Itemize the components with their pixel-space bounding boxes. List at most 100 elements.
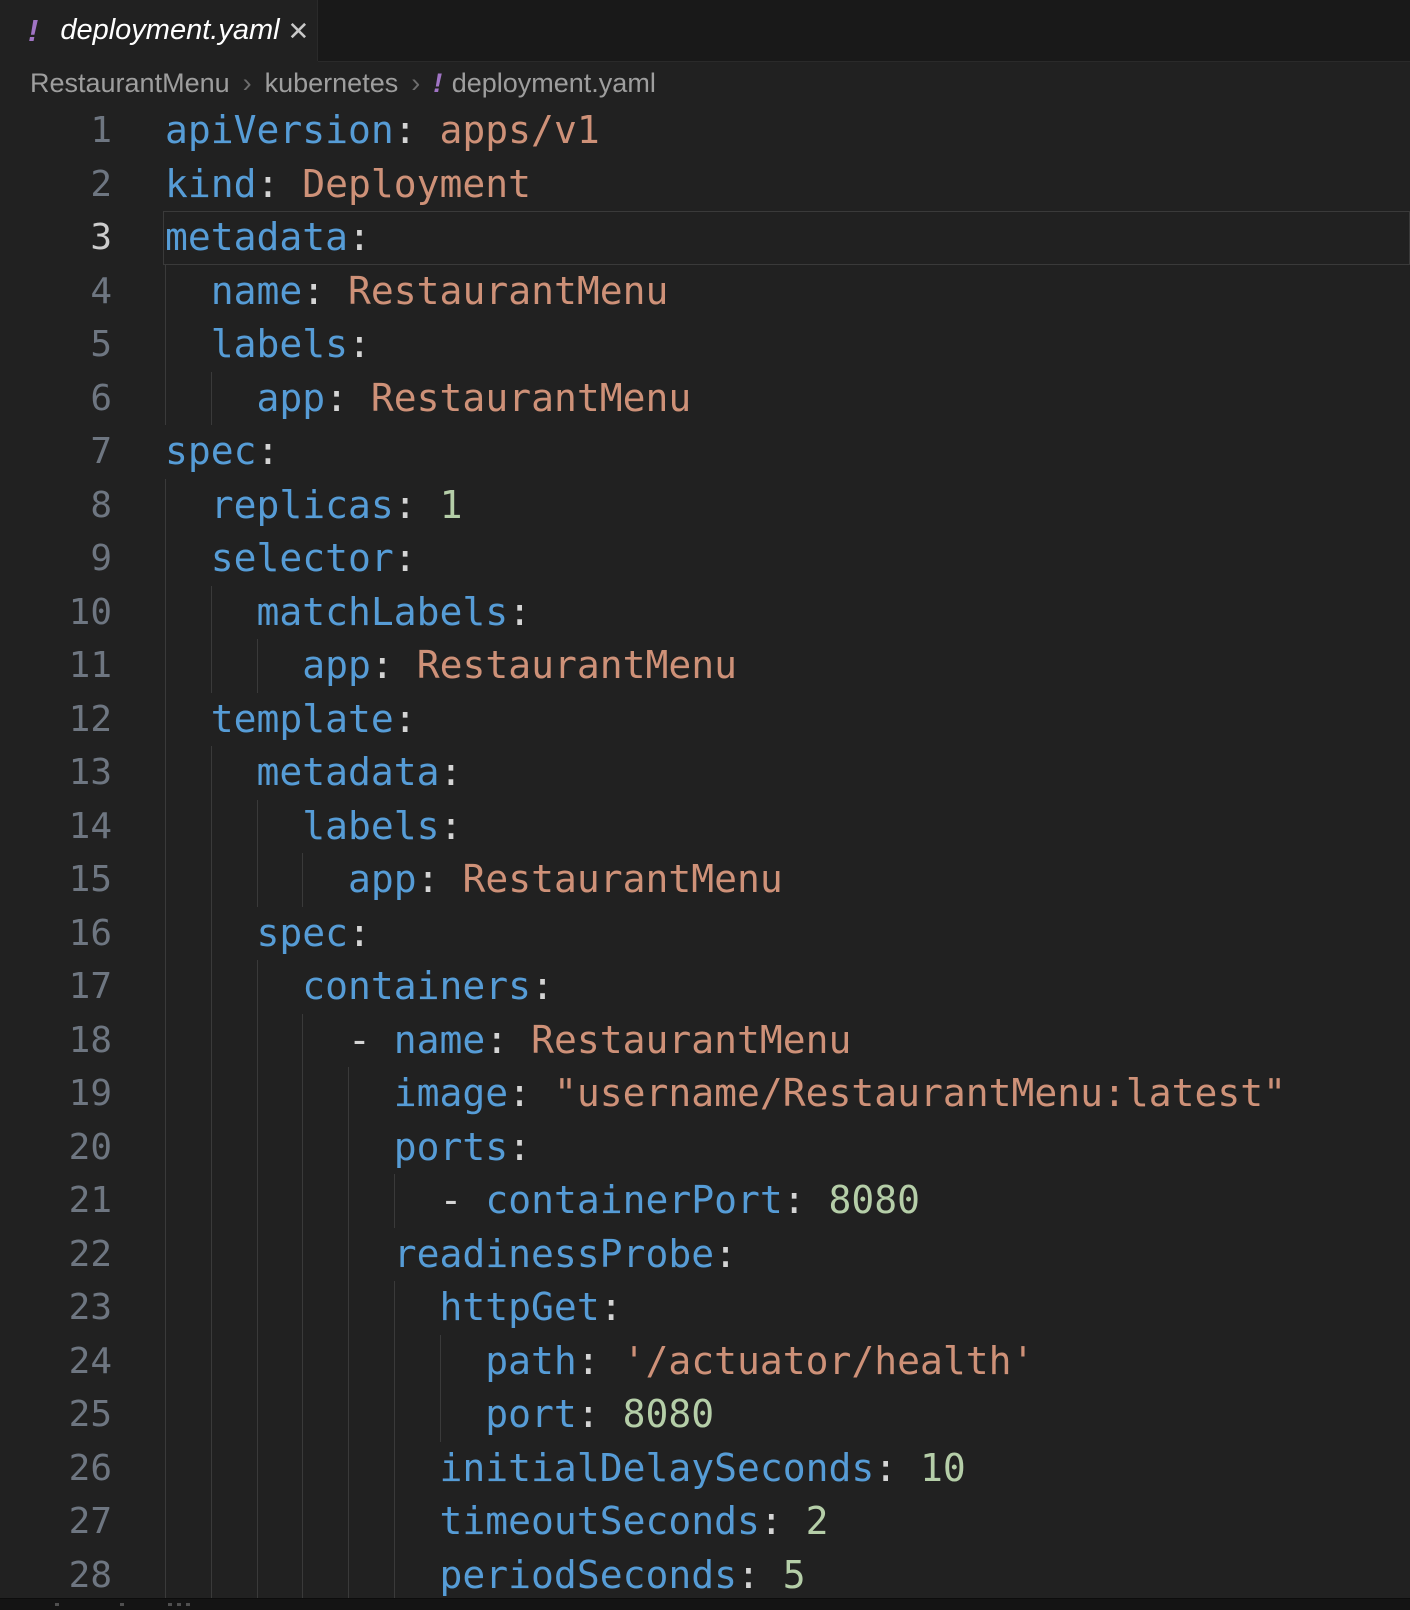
code-line[interactable]: 12 template: [0,693,1410,747]
indent-guide [302,1281,303,1335]
indent-guide [257,1549,258,1603]
indent-guide [165,693,166,747]
code-line[interactable]: 5 labels: [0,318,1410,372]
line-number: 26 [0,1442,112,1496]
code-line[interactable]: 10 matchLabels: [0,586,1410,640]
indent-guide [302,1067,303,1121]
code-line-content: matchLabels: [165,586,1410,640]
token-num: 8080 [600,1392,714,1436]
token-str: RestaurantMenu [394,643,737,687]
token-key: app [302,643,371,687]
code-line[interactable]: 22 readinessProbe: [0,1228,1410,1282]
code-line[interactable]: 11 app: RestaurantMenu [0,639,1410,693]
line-number: 20 [0,1121,112,1175]
indent-guide [257,800,258,854]
token-num: 10 [897,1446,966,1490]
indent-guide [165,372,166,426]
code-line[interactable]: 2kind: Deployment [0,158,1410,212]
code-line[interactable]: 27 timeoutSeconds: 2 [0,1495,1410,1549]
line-number: 11 [0,639,112,693]
token-punc: : [508,1071,531,1115]
indent-guide [211,372,212,426]
token-key: ports [394,1125,508,1169]
indent-guide [257,1335,258,1389]
token-ws [165,1125,394,1169]
tab-deployment-yaml[interactable]: ! deployment.yaml ✕ [0,0,318,61]
token-punc: : [371,643,394,687]
close-icon[interactable]: ✕ [288,18,310,44]
code-line[interactable]: 21 - containerPort: 8080 [0,1174,1410,1228]
line-number: 3 [0,211,112,265]
indent-guide [211,1335,212,1389]
breadcrumb-item-restaurantmenu[interactable]: RestaurantMenu [30,68,230,99]
indent-guide [165,532,166,586]
indent-guide [211,1121,212,1175]
breadcrumb-item-kubernetes[interactable]: kubernetes [265,68,399,99]
indent-guide [211,960,212,1014]
code-line[interactable]: 4 name: RestaurantMenu [0,265,1410,319]
token-ws [165,804,302,848]
indent-guide [165,1388,166,1442]
code-line[interactable]: 20 ports: [0,1121,1410,1175]
code-line[interactable]: 28 periodSeconds: 5 [0,1549,1410,1603]
line-number: 2 [0,158,112,212]
indent-guide [257,1281,258,1335]
token-str: RestaurantMenu [508,1018,851,1062]
code-line[interactable]: 9 selector: [0,532,1410,586]
code-line[interactable]: 3metadata: [0,211,1410,265]
token-num: 5 [760,1553,806,1597]
breadcrumb-separator: › [411,68,420,99]
token-str: Deployment [279,162,531,206]
code-line[interactable]: 17 containers: [0,960,1410,1014]
indent-guide [257,853,258,907]
breadcrumb-item-deployment-yaml[interactable]: ! deployment.yaml [433,68,656,99]
code-line-content: replicas: 1 [165,479,1410,533]
code-line[interactable]: 1apiVersion: apps/v1 [0,104,1410,158]
indent-guide [257,1067,258,1121]
code-line[interactable]: 15 app: RestaurantMenu [0,853,1410,907]
code-line[interactable]: 18 - name: RestaurantMenu [0,1014,1410,1068]
breadcrumb: RestaurantMenu›kubernetes›! deployment.y… [0,62,1410,104]
indent-guide [440,1388,441,1442]
line-number: 12 [0,693,112,747]
indent-guide [165,1014,166,1068]
indent-guide [165,1442,166,1496]
indent-guide [165,1067,166,1121]
code-line[interactable]: 14 labels: [0,800,1410,854]
code-line-content: app: RestaurantMenu [165,639,1410,693]
code-line[interactable]: 16 spec: [0,907,1410,961]
token-punc: : [440,804,463,848]
token-punc: - [348,1018,394,1062]
code-line[interactable]: 26 initialDelaySeconds: 10 [0,1442,1410,1496]
token-ws [165,1392,485,1436]
code-line[interactable]: 6 app: RestaurantMenu [0,372,1410,426]
line-number: 6 [0,372,112,426]
token-ws [165,483,211,527]
code-line[interactable]: 25 port: 8080 [0,1388,1410,1442]
token-punc: : [348,911,371,955]
indent-guide [165,1174,166,1228]
indent-guide [165,746,166,800]
token-punc: : [394,108,417,152]
code-line[interactable]: 19 image: "username/RestaurantMenu:lates… [0,1067,1410,1121]
token-punc: : [508,1125,531,1169]
code-line[interactable]: 24 path: '/actuator/health' [0,1335,1410,1389]
code-line[interactable]: 7spec: [0,425,1410,479]
token-punc: : [714,1232,737,1276]
indent-guide [348,1174,349,1228]
code-line[interactable]: 23 httpGet: [0,1281,1410,1335]
line-number: 18 [0,1014,112,1068]
indent-guide [257,639,258,693]
token-punc: : [874,1446,897,1490]
line-number: 5 [0,318,112,372]
code-editor[interactable]: 1apiVersion: apps/v12kind: Deployment3me… [0,104,1410,1602]
line-number: 27 [0,1495,112,1549]
indent-guide [394,1549,395,1603]
token-punc: : [783,1178,806,1222]
token-punc: : [325,376,348,420]
code-line[interactable]: 13 metadata: [0,746,1410,800]
code-line[interactable]: 8 replicas: 1 [0,479,1410,533]
indent-guide [348,1067,349,1121]
indent-guide [302,1174,303,1228]
line-number: 21 [0,1174,112,1228]
